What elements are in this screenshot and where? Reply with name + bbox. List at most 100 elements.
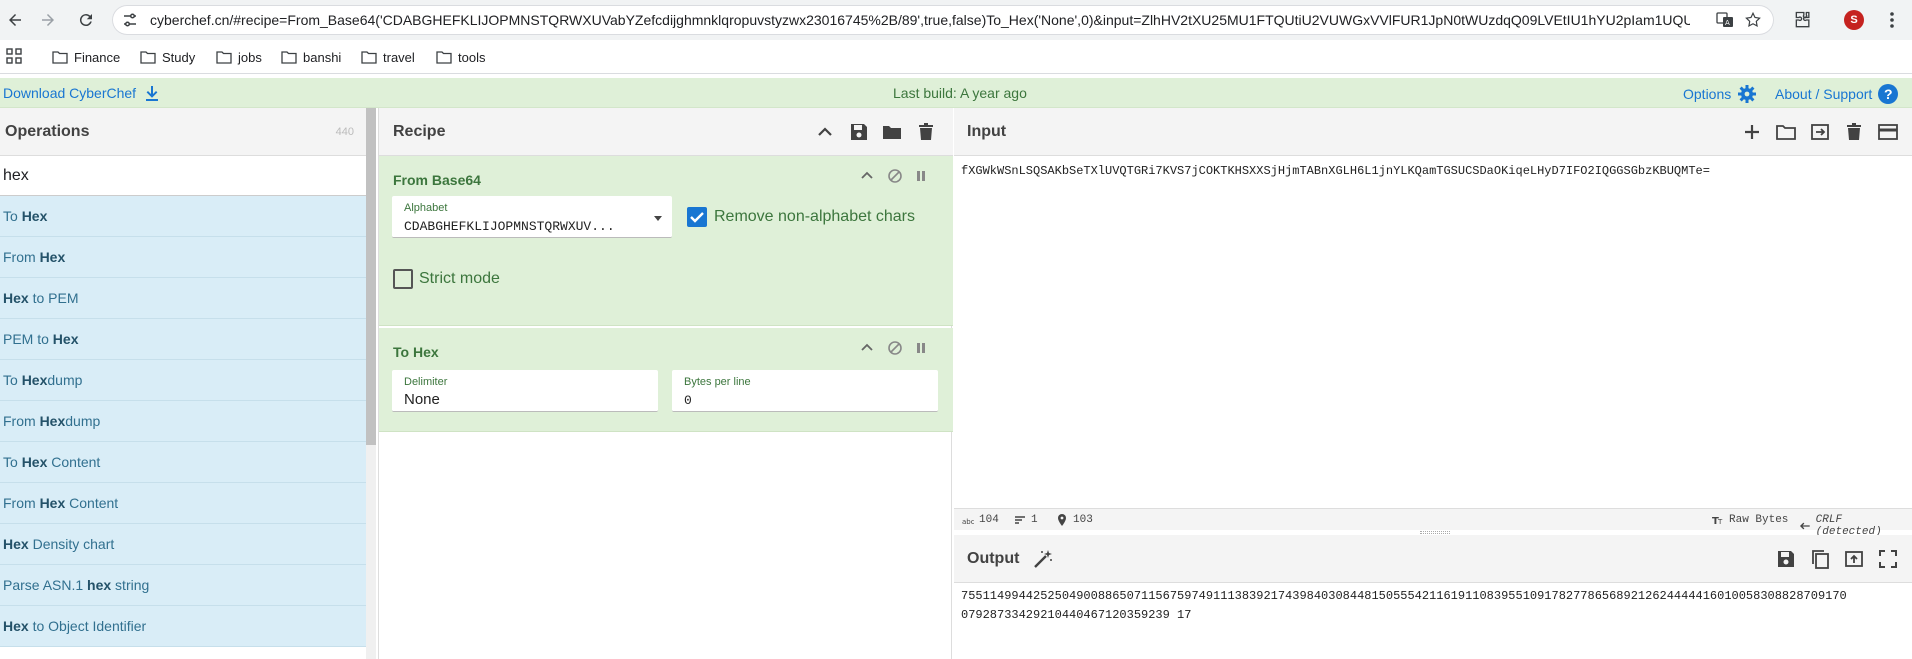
alphabet-label: Alphabet bbox=[404, 202, 448, 214]
bookmark-banshi[interactable]: banshi bbox=[281, 48, 341, 66]
options-link[interactable]: Options bbox=[1683, 84, 1757, 104]
operations-scrollbar-thumb[interactable] bbox=[366, 108, 376, 445]
clear-input-icon[interactable] bbox=[1844, 122, 1864, 142]
bytes-per-line-field[interactable]: Bytes per line 0 bbox=[672, 370, 938, 412]
back-button[interactable] bbox=[3, 8, 27, 32]
output-text-line-2[interactable]: 07928733429210440467120359239 17 bbox=[961, 608, 1191, 622]
magic-wand-icon[interactable] bbox=[1033, 549, 1053, 569]
operation-item[interactable]: Parse ASN.1 hex string bbox=[0, 565, 366, 606]
operation-item-text: From bbox=[3, 495, 40, 511]
replace-input-icon[interactable] bbox=[1844, 549, 1864, 569]
maximise-icon[interactable] bbox=[1878, 549, 1898, 569]
reload-button[interactable] bbox=[74, 8, 98, 32]
recipe-header: Recipe bbox=[379, 108, 953, 156]
extensions-icon[interactable] bbox=[1793, 10, 1813, 30]
operation-item-text: From bbox=[3, 249, 40, 265]
input-title: Input bbox=[967, 123, 1007, 140]
profile-avatar[interactable]: S bbox=[1844, 10, 1864, 30]
gear-icon bbox=[1738, 85, 1757, 103]
download-cyberchef-link[interactable]: Download CyberChef bbox=[3, 85, 160, 101]
operations-count: 440 bbox=[335, 126, 354, 138]
operation-item[interactable]: From Hex bbox=[0, 237, 366, 278]
address-bar[interactable]: cyberchef.cn/#recipe=From_Base64('CDABGH… bbox=[112, 5, 1774, 35]
about-support-link[interactable]: About / Support ? bbox=[1775, 84, 1899, 104]
apps-grid-icon[interactable] bbox=[6, 48, 22, 64]
collapse-op-icon[interactable] bbox=[859, 168, 875, 184]
bookmark-tools[interactable]: tools bbox=[436, 48, 485, 66]
disable-op-icon[interactable] bbox=[887, 340, 903, 356]
folder-icon bbox=[140, 51, 156, 64]
svg-text:A: A bbox=[1725, 19, 1730, 27]
from-base64-name: From Base64 bbox=[393, 172, 481, 188]
alphabet-select[interactable]: Alphabet CDABGHEFKLIJOPMNSTQRWXUV... bbox=[392, 196, 672, 238]
operation-item-highlight: Hex bbox=[21, 372, 48, 388]
operation-item[interactable]: Hex to PEM bbox=[0, 278, 366, 319]
operations-scrollbar[interactable] bbox=[366, 108, 376, 659]
operation-item[interactable]: To Hex bbox=[0, 196, 366, 237]
collapse-all-icon[interactable] bbox=[815, 122, 835, 142]
bookmark-travel[interactable]: travel bbox=[361, 48, 415, 66]
operation-item-highlight: Hex bbox=[39, 495, 66, 511]
operation-item-text: PEM to bbox=[3, 331, 53, 347]
input-textarea[interactable]: fXGWkWSnLSQSAKbSeTXlUVQTGRi7KVS7jCOKTKHS… bbox=[961, 164, 1710, 178]
operation-item[interactable]: Hex to Object Identifier bbox=[0, 606, 366, 647]
bookmarks-bar: Finance Study jobs banshi travel tools bbox=[0, 40, 1912, 74]
operation-item-highlight: Hex bbox=[21, 208, 48, 224]
operation-item[interactable]: PEM to Hex bbox=[0, 319, 366, 360]
help-icon: ? bbox=[1878, 84, 1899, 104]
input-status-bar: abc 104 1 103 TT Raw Bytes CRLF (detecte… bbox=[954, 508, 1912, 538]
bytes-per-line-value: 0 bbox=[684, 393, 692, 408]
collapse-op-icon[interactable] bbox=[859, 340, 875, 356]
operation-item[interactable]: Hex Density chart bbox=[0, 524, 366, 565]
save-output-icon[interactable] bbox=[1776, 549, 1796, 569]
operations-list: To Hex From Hex Hex to PEM PEM to Hex To Hex… bbox=[0, 196, 366, 659]
raw-bytes-toggle[interactable]: TT Raw Bytes bbox=[1712, 514, 1788, 526]
delimiter-field[interactable]: Delimiter None bbox=[392, 370, 658, 412]
operation-item[interactable]: To Hexdump bbox=[0, 360, 366, 401]
save-recipe-icon[interactable] bbox=[849, 122, 869, 142]
breakpoint-icon[interactable] bbox=[913, 168, 929, 184]
forward-button[interactable] bbox=[36, 8, 60, 32]
operation-item[interactable]: To Hex Content bbox=[0, 442, 366, 483]
open-folder-icon[interactable] bbox=[1776, 122, 1796, 142]
panel-resize-handle[interactable] bbox=[1420, 531, 1450, 534]
delimiter-value: None bbox=[404, 391, 440, 408]
input-length: abc 104 bbox=[962, 514, 999, 526]
operations-search-input[interactable] bbox=[0, 156, 366, 196]
bookmark-star-icon[interactable] bbox=[1744, 11, 1762, 29]
return-arrow-icon bbox=[1799, 522, 1810, 530]
cyberchef-banner: Download CyberChef Last build: A year ag… bbox=[0, 78, 1912, 108]
translate-icon[interactable]: A bbox=[1716, 11, 1734, 29]
operation-item[interactable]: From Hexdump bbox=[0, 401, 366, 442]
clear-recipe-icon[interactable] bbox=[916, 122, 936, 142]
alphabet-value: CDABGHEFKLIJOPMNSTQRWXUV... bbox=[404, 219, 615, 234]
url-text[interactable]: cyberchef.cn/#recipe=From_Base64('CDABGH… bbox=[150, 12, 1690, 28]
operation-item-text: to PEM bbox=[28, 290, 79, 306]
site-settings-icon[interactable] bbox=[122, 12, 138, 28]
input-lines: 1 bbox=[1014, 514, 1038, 526]
text-size-icon: TT bbox=[1712, 516, 1723, 526]
strict-mode-checkbox[interactable] bbox=[393, 269, 413, 289]
breakpoint-icon[interactable] bbox=[913, 340, 929, 356]
operations-header: Operations 440 bbox=[0, 108, 366, 156]
operation-item-highlight: Hex bbox=[3, 536, 29, 552]
operation-item-text: dump bbox=[47, 372, 83, 388]
folder-icon bbox=[281, 51, 297, 64]
copy-output-icon[interactable] bbox=[1810, 549, 1830, 569]
bookmark-study[interactable]: Study bbox=[140, 48, 195, 66]
bookmark-finance[interactable]: Finance bbox=[52, 48, 120, 66]
layout-icon[interactable] bbox=[1878, 122, 1898, 142]
recipe-title: Recipe bbox=[393, 123, 446, 140]
operation-item[interactable]: From Hex Content bbox=[0, 483, 366, 524]
input-panel: Input fXGWkWSnLSQSAKbSeTXlUVQTGRi7KVS7jC… bbox=[954, 108, 1912, 508]
browser-menu-icon[interactable] bbox=[1884, 10, 1900, 30]
load-recipe-icon[interactable] bbox=[882, 122, 902, 142]
abc-length-icon: abc bbox=[962, 518, 974, 526]
operation-item-text: string bbox=[111, 577, 150, 593]
disable-op-icon[interactable] bbox=[887, 168, 903, 184]
add-tab-icon[interactable] bbox=[1742, 122, 1762, 142]
output-text-line-1[interactable]: 7551149944252504900886507115675974911138… bbox=[961, 589, 1847, 603]
open-file-icon[interactable] bbox=[1810, 122, 1830, 142]
bookmark-jobs[interactable]: jobs bbox=[216, 48, 262, 66]
remove-non-alphabet-checkbox[interactable] bbox=[687, 207, 707, 227]
